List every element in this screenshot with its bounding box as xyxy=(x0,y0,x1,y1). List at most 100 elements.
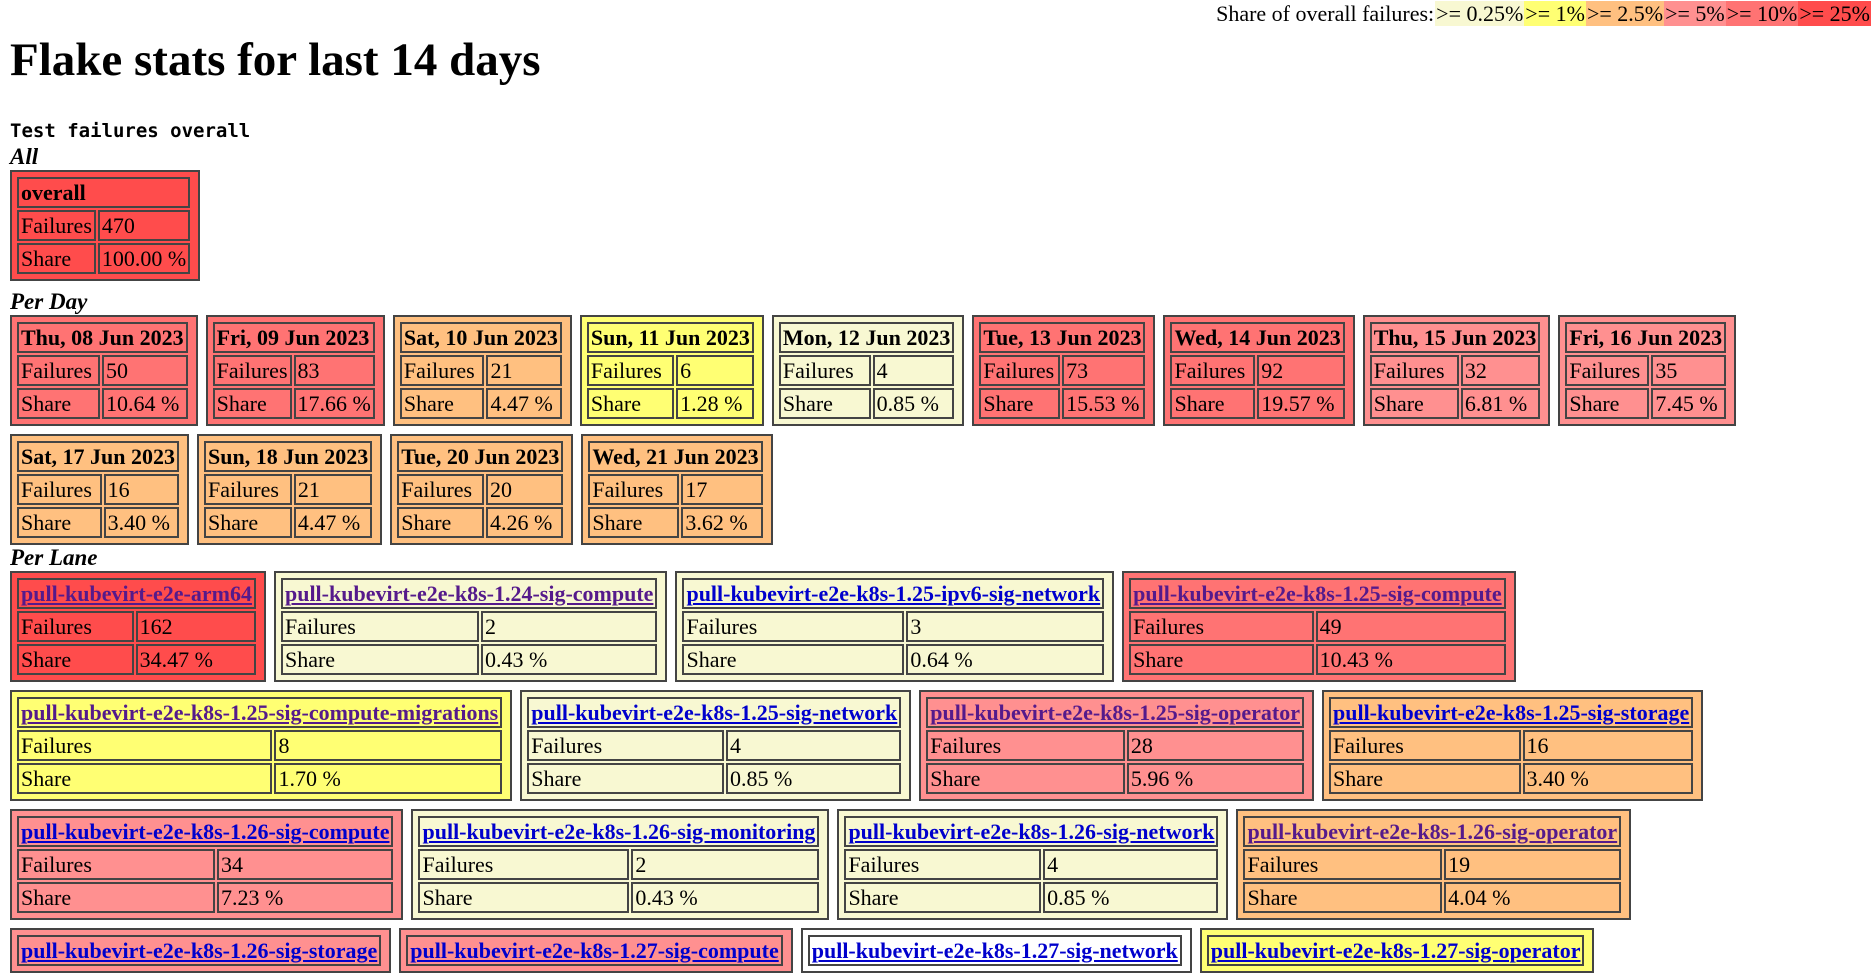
failures-label: Failures xyxy=(778,355,871,386)
lane-link[interactable]: pull-kubevirt-e2e-k8s-1.25-ipv6-sig-netw… xyxy=(686,581,1100,606)
lane-link[interactable]: pull-kubevirt-e2e-k8s-1.25-sig-network xyxy=(531,700,897,725)
stat-card-per-lane-5: pull-kubevirt-e2e-k8s-1.25-sig-network Fa… xyxy=(520,690,912,801)
stat-card-per-day-7: Thu, 15 Jun 2023 Failures 32 Share 6.81 % xyxy=(1362,315,1551,426)
stat-card-per-day-1: Fri, 09 Jun 2023 Failures 83 Share 17.66 % xyxy=(205,315,385,426)
share-label: Share xyxy=(1170,388,1256,419)
lane-link[interactable]: pull-kubevirt-e2e-k8s-1.25-sig-compute-m… xyxy=(21,700,498,725)
share-label: Share xyxy=(588,507,680,538)
stat-card-per-day-3: Sun, 11 Jun 2023 Failures 6 Share 1.28 % xyxy=(579,315,764,426)
stat-table: pull-kubevirt-e2e-k8s-1.26-sig-monitorin… xyxy=(416,814,821,915)
stat-card-per-lane-8: pull-kubevirt-e2e-k8s-1.26-sig-compute Fa… xyxy=(10,809,404,920)
lane-link[interactable]: pull-kubevirt-e2e-k8s-1.26-sig-monitorin… xyxy=(422,819,815,844)
failures-value: 3 xyxy=(906,611,1105,642)
lane-link[interactable]: pull-kubevirt-e2e-k8s-1.25-sig-storage xyxy=(1333,700,1689,725)
share-label: Share xyxy=(926,763,1125,794)
stat-card-per-day-2: Sat, 10 Jun 2023 Failures 21 Share 4.47 % xyxy=(392,315,572,426)
failures-value: 34 xyxy=(216,849,394,880)
lane-link[interactable]: pull-kubevirt-e2e-k8s-1.26-sig-operator xyxy=(1247,819,1617,844)
card-row: pull-kubevirt-e2e-arm64 Failures 162 Share 3… xyxy=(10,571,1871,682)
share-label: Share xyxy=(778,388,871,419)
share-value: 7.45 % xyxy=(1651,388,1727,419)
card-row: Sat, 17 Jun 2023 Failures 16 Share 3.40 % Sun… xyxy=(10,434,1871,545)
lane-link[interactable]: pull-kubevirt-e2e-k8s-1.25-sig-compute xyxy=(1133,581,1501,606)
legend-item-1: >= 1% xyxy=(1524,1,1586,26)
failures-label: Failures xyxy=(17,849,215,880)
stat-card-per-lane-1: pull-kubevirt-e2e-k8s-1.24-sig-compute Fa… xyxy=(273,571,668,682)
stat-card-per-lane-10: pull-kubevirt-e2e-k8s-1.26-sig-network Fa… xyxy=(837,809,1229,920)
card-title: Sat, 10 Jun 2023 xyxy=(399,322,562,353)
page-title: Flake stats for last 14 days xyxy=(10,34,541,86)
share-label: Share xyxy=(844,882,1042,913)
stat-table: Fri, 16 Jun 2023 Failures 35 Share 7.45 % xyxy=(1563,320,1728,421)
stat-table: Thu, 08 Jun 2023 Failures 50 Share 10.64 % xyxy=(15,320,190,421)
share-label: Share xyxy=(1369,388,1459,419)
section-all-label: All xyxy=(10,144,39,169)
lane-link[interactable]: pull-kubevirt-e2e-k8s-1.27-sig-network xyxy=(812,938,1178,963)
failures-label: Failures xyxy=(1369,355,1459,386)
share-value: 100.00 % xyxy=(97,243,191,274)
failures-value: 4 xyxy=(1043,849,1219,880)
failures-value: 21 xyxy=(293,474,373,505)
lane-link[interactable]: pull-kubevirt-e2e-k8s-1.26-sig-storage xyxy=(21,938,377,963)
failures-label: Failures xyxy=(1328,730,1521,761)
card-row: Thu, 08 Jun 2023 Failures 50 Share 10.64 % Fr… xyxy=(10,315,1871,426)
failures-label: Failures xyxy=(1243,849,1443,880)
failures-value: 16 xyxy=(1522,730,1694,761)
lane-link[interactable]: pull-kubevirt-e2e-arm64 xyxy=(21,581,252,606)
failures-value: 50 xyxy=(102,355,188,386)
failures-label: Failures xyxy=(17,210,96,241)
share-value: 17.66 % xyxy=(293,388,375,419)
stat-table: Sat, 17 Jun 2023 Failures 16 Share 3.40 % xyxy=(15,439,181,540)
legend-item-10: >= 10% xyxy=(1725,1,1799,26)
section-subtitle: Test failures overall xyxy=(10,120,251,142)
failures-value: 83 xyxy=(293,355,375,386)
card-title: pull-kubevirt-e2e-k8s-1.26-sig-storage xyxy=(17,935,382,966)
stat-table: pull-kubevirt-e2e-k8s-1.26-sig-network Fa… xyxy=(842,814,1220,915)
share-label: Share xyxy=(399,388,485,419)
card-title: Tue, 13 Jun 2023 xyxy=(979,322,1146,353)
share-label: Share xyxy=(418,882,630,913)
share-value: 0.43 % xyxy=(480,644,658,675)
lane-link[interactable]: pull-kubevirt-e2e-k8s-1.26-sig-network xyxy=(848,819,1214,844)
stat-table: Wed, 21 Jun 2023 Failures 17 Share 3.62 % xyxy=(586,439,764,540)
card-title: pull-kubevirt-e2e-k8s-1.24-sig-compute xyxy=(280,578,658,609)
failures-value: 8 xyxy=(274,730,503,761)
stat-card-per-lane-2: pull-kubevirt-e2e-k8s-1.25-ipv6-sig-netw… xyxy=(675,571,1115,682)
failures-value: 19 xyxy=(1444,849,1622,880)
share-label: Share xyxy=(17,644,134,675)
legend-item-5: >= 5% xyxy=(1664,1,1726,26)
card-title: pull-kubevirt-e2e-k8s-1.26-sig-operator xyxy=(1243,816,1622,847)
failures-value: 49 xyxy=(1315,611,1506,642)
lane-link[interactable]: pull-kubevirt-e2e-k8s-1.27-sig-compute xyxy=(410,938,778,963)
share-value: 7.23 % xyxy=(216,882,394,913)
stat-card-per-lane-9: pull-kubevirt-e2e-k8s-1.26-sig-monitorin… xyxy=(411,809,830,920)
legend: Share of overall failures:>= 0.25%>= 1%>… xyxy=(1215,0,1871,28)
card-title: pull-kubevirt-e2e-k8s-1.25-ipv6-sig-netw… xyxy=(682,578,1105,609)
lane-link[interactable]: pull-kubevirt-e2e-k8s-1.24-sig-compute xyxy=(285,581,653,606)
failures-label: Failures xyxy=(399,355,485,386)
stat-card-per-day-12: Wed, 21 Jun 2023 Failures 17 Share 3.62 % xyxy=(581,434,773,545)
lane-link[interactable]: pull-kubevirt-e2e-k8s-1.26-sig-compute xyxy=(21,819,389,844)
stat-table: pull-kubevirt-e2e-k8s-1.25-sig-compute Fa… xyxy=(1127,576,1507,677)
share-value: 10.43 % xyxy=(1315,644,1506,675)
share-label: Share xyxy=(17,882,215,913)
section-per-day-label: Per Day xyxy=(10,289,88,314)
stat-table: Fri, 09 Jun 2023 Failures 83 Share 17.66 % xyxy=(211,320,377,421)
card-title: Mon, 12 Jun 2023 xyxy=(778,322,955,353)
failures-value: 4 xyxy=(725,730,902,761)
failures-label: Failures xyxy=(979,355,1061,386)
lane-link[interactable]: pull-kubevirt-e2e-k8s-1.27-sig-operator xyxy=(1211,938,1581,963)
stat-card-per-day-6: Wed, 14 Jun 2023 Failures 92 Share 19.57 % xyxy=(1163,315,1355,426)
lane-link[interactable]: pull-kubevirt-e2e-k8s-1.25-sig-operator xyxy=(930,700,1300,725)
stat-card-per-lane-12: pull-kubevirt-e2e-k8s-1.26-sig-storage xyxy=(10,928,392,973)
failures-value: 92 xyxy=(1257,355,1345,386)
failures-label: Failures xyxy=(1170,355,1256,386)
share-label: Share xyxy=(1328,763,1521,794)
failures-label: Failures xyxy=(17,611,134,642)
card-title: pull-kubevirt-e2e-k8s-1.27-sig-network xyxy=(807,935,1182,966)
card-row: pull-kubevirt-e2e-k8s-1.26-sig-compute Fa… xyxy=(10,809,1871,920)
stat-table: pull-kubevirt-e2e-k8s-1.27-sig-network xyxy=(806,933,1184,968)
failures-label: Failures xyxy=(844,849,1042,880)
share-value: 3.40 % xyxy=(1522,763,1694,794)
share-value: 34.47 % xyxy=(135,644,256,675)
